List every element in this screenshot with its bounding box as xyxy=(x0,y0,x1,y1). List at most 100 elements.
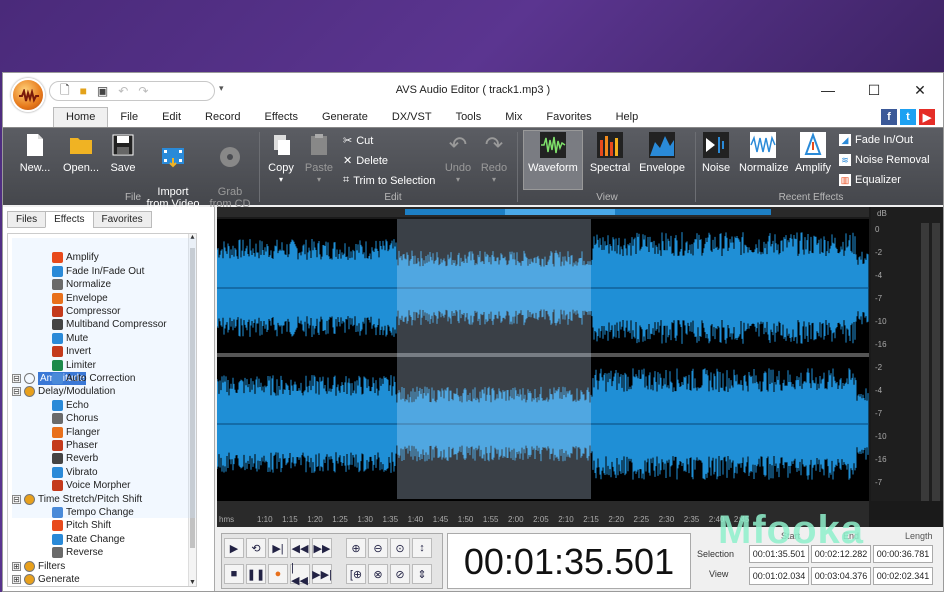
tab-files[interactable]: Files xyxy=(7,211,47,228)
amplify-button[interactable]: Amplify xyxy=(793,132,833,174)
facebook-icon[interactable]: f xyxy=(881,109,897,125)
noise-removal-button[interactable]: ≋ Noise Removal xyxy=(839,154,930,166)
trim-to-selection-button[interactable]: ⌗ Trim to Selection xyxy=(343,174,435,187)
tree-item[interactable]: Flanger xyxy=(52,426,100,439)
selection-length-field[interactable]: 00:00:36.781 xyxy=(873,545,933,563)
waveform-view-button[interactable]: Waveform xyxy=(525,132,581,174)
view-end-field[interactable]: 00:03:04.376 xyxy=(811,567,871,585)
tree-item[interactable]: ⊞ Filters xyxy=(12,560,65,573)
app-logo-icon[interactable] xyxy=(11,78,45,112)
tree-item[interactable]: Multiband Compressor xyxy=(52,318,167,331)
grab-from-cd-button[interactable]: Grab from CD xyxy=(207,132,253,210)
scroll-down-icon[interactable]: ▼ xyxy=(189,579,196,586)
delete-button[interactable]: ✕ Delete xyxy=(343,154,388,168)
tree-item[interactable]: Reverb xyxy=(52,452,98,465)
undo-button[interactable]: ↶ Undo ▾ xyxy=(443,132,473,186)
tree-item[interactable]: Limiter xyxy=(52,359,96,372)
effect-icon xyxy=(52,520,63,532)
tab-favorites[interactable]: Favorites xyxy=(92,211,152,228)
expand-toggle-icon[interactable]: ⊟ xyxy=(12,373,21,383)
tree-item[interactable]: ⊞ Generate xyxy=(12,573,80,586)
go-to-start-button[interactable]: |◀◀ xyxy=(290,562,310,587)
waveform-canvas[interactable] xyxy=(217,207,869,501)
maximize-button[interactable]: ☐ xyxy=(851,73,897,107)
menu-help[interactable]: Help xyxy=(604,107,651,127)
expand-toggle-icon[interactable]: ⊟ xyxy=(12,387,21,397)
stop-button[interactable]: ■ xyxy=(224,564,244,584)
tree-item[interactable]: Auto Correction xyxy=(52,372,135,385)
tree-item[interactable]: Amplify xyxy=(52,251,99,264)
expand-toggle-icon[interactable]: ⊟ xyxy=(12,494,21,504)
zoom-fit-icon[interactable]: [⊕ xyxy=(346,564,366,584)
tab-effects[interactable]: Effects xyxy=(45,211,94,228)
zoom-reset-icon[interactable]: ⊘ xyxy=(390,564,410,584)
menu-file[interactable]: File xyxy=(108,107,150,127)
tree-item[interactable]: Compressor xyxy=(52,305,120,318)
tree-item[interactable]: Rate Change xyxy=(52,533,125,546)
menu-edit[interactable]: Edit xyxy=(150,107,193,127)
expand-toggle-icon[interactable]: ⊞ xyxy=(12,575,21,584)
zoom-vertical-icon[interactable]: ↕ xyxy=(412,538,432,558)
cut-button[interactable]: ✂ Cut xyxy=(343,134,373,148)
scroll-up-icon[interactable]: ▲ xyxy=(189,234,196,241)
equalizer-button[interactable]: ▥ Equalizer xyxy=(839,174,901,186)
redo-button[interactable]: ↷ Redo ▾ xyxy=(479,132,509,186)
tree-item[interactable]: Echo xyxy=(52,399,89,412)
zoom-out-icon[interactable]: ⊖ xyxy=(368,538,388,558)
new-button[interactable]: New... xyxy=(17,132,53,174)
fast-forward-button[interactable]: ▶▶ xyxy=(312,538,332,558)
copy-button[interactable]: Copy ▾ xyxy=(265,132,297,186)
tree-item[interactable]: Normalize xyxy=(52,278,111,291)
tree-item[interactable]: Mute xyxy=(52,332,88,345)
play-button[interactable]: ▶ xyxy=(224,538,244,558)
tree-item[interactable]: Phaser xyxy=(52,439,98,452)
envelope-view-button[interactable]: Envelope xyxy=(637,132,687,174)
close-button[interactable]: ✕ xyxy=(897,73,943,107)
waveform-editor[interactable]: dB 0 -2 -4 -7 -10 -16 -2 -4 -7 -10 -16 -7 hms 1:10 1:… xyxy=(217,207,943,527)
noise-button[interactable]: Noise xyxy=(699,132,733,174)
zoom-in-icon[interactable]: ⊕ xyxy=(346,538,366,558)
tree-item[interactable]: Fade In/Fade Out xyxy=(52,265,144,278)
tree-item[interactable]: Invert xyxy=(52,345,91,358)
view-length-field[interactable]: 00:02:02.341 xyxy=(873,567,933,585)
paste-button[interactable]: Paste ▾ xyxy=(303,132,335,186)
open-button[interactable]: Open... xyxy=(61,132,101,174)
loop-play-button[interactable]: ⟲ xyxy=(246,538,266,558)
play-selection-button[interactable]: ▶| xyxy=(268,538,288,558)
go-to-end-button[interactable]: ▶▶| xyxy=(312,564,332,584)
scroll-thumb[interactable] xyxy=(190,248,195,548)
tree-item[interactable]: Envelope xyxy=(52,292,108,305)
tree-item[interactable]: ⊟ Time Stretch/Pitch Shift xyxy=(12,493,142,506)
rewind-button[interactable]: ◀◀ xyxy=(290,538,310,558)
menu-generate[interactable]: Generate xyxy=(310,107,380,127)
zoom-selection-icon[interactable]: ⊙ xyxy=(390,538,410,558)
twitter-icon[interactable]: t xyxy=(900,109,916,125)
menu-tools[interactable]: Tools xyxy=(444,107,494,127)
youtube-icon[interactable]: ▶ xyxy=(919,109,935,125)
tree-scrollbar[interactable]: ▲ ▼ xyxy=(188,234,196,586)
menu-effects[interactable]: Effects xyxy=(253,107,310,127)
tree-item[interactable]: Chorus xyxy=(52,412,98,425)
expand-toggle-icon[interactable]: ⊞ xyxy=(12,561,21,571)
spectral-view-button[interactable]: Spectral xyxy=(587,132,633,174)
minimize-button[interactable]: — xyxy=(805,73,851,107)
menu-record[interactable]: Record xyxy=(193,107,252,127)
tree-item[interactable]: Tempo Change xyxy=(52,506,134,519)
tree-item[interactable]: Pitch Shift xyxy=(52,519,111,532)
menu-favorites[interactable]: Favorites xyxy=(534,107,603,127)
record-button[interactable]: ● xyxy=(268,564,288,584)
tree-item[interactable]: Reverse xyxy=(52,546,103,559)
view-start-field[interactable]: 00:01:02.034 xyxy=(749,567,809,585)
fade-in-out-button[interactable]: ◢ Fade In/Out xyxy=(839,134,913,146)
menu-home[interactable]: Home xyxy=(53,107,109,127)
menu-dxvst[interactable]: DX/VST xyxy=(380,107,444,127)
normalize-button[interactable]: Normalize xyxy=(739,132,789,174)
save-button[interactable]: Save xyxy=(107,132,139,174)
tree-item[interactable]: ⊟ Delay/Modulation xyxy=(12,385,115,398)
zoom-vertical-out-icon[interactable]: ⇕ xyxy=(412,564,432,584)
pause-button[interactable]: ❚❚ xyxy=(246,564,266,584)
tree-item[interactable]: Voice Morpher xyxy=(52,479,130,492)
zoom-all-icon[interactable]: ⊗ xyxy=(368,564,388,584)
tree-item[interactable]: Vibrato xyxy=(52,466,98,479)
menu-mix[interactable]: Mix xyxy=(493,107,534,127)
